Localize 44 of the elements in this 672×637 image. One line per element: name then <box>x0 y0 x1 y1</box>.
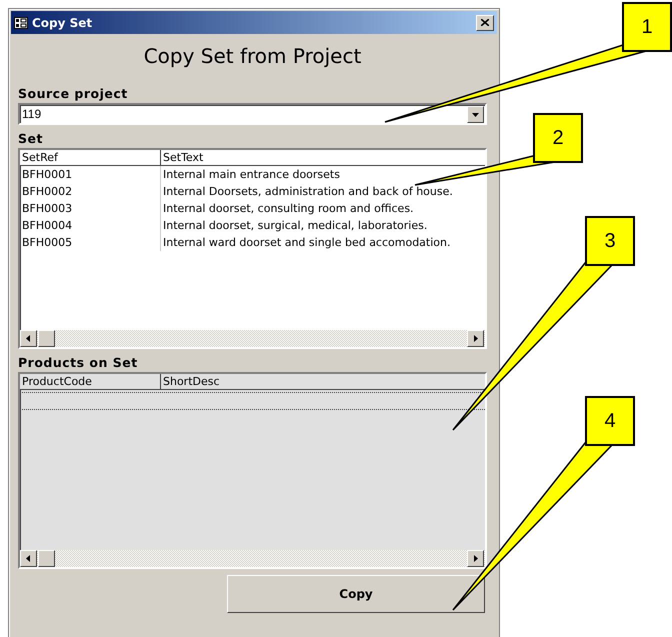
right-arrow-icon <box>472 555 479 562</box>
field-label: Products on Set <box>18 355 139 370</box>
list-box[interactable]: ProductCode ShortDesc <box>18 372 487 569</box>
scroll-left-button[interactable] <box>20 550 37 567</box>
right-arrow-icon <box>472 335 479 342</box>
column-header[interactable]: SetText <box>161 150 485 165</box>
horizontal-scrollbar[interactable] <box>20 550 485 567</box>
column-header[interactable]: ProductCode <box>20 374 161 389</box>
table-cell-text: Internal Doorsets, administration and back of house. <box>162 184 454 200</box>
field-label: Set <box>18 131 44 146</box>
list-box[interactable] <box>18 148 487 349</box>
table-cell-text: Internal main entrance doorsets <box>162 167 341 183</box>
form-icon <box>14 16 28 28</box>
source-project-combo[interactable]: 119 <box>18 103 487 125</box>
scroll-left-button[interactable] <box>20 330 37 347</box>
table-cell: BFH0003 <box>20 200 161 217</box>
column-header[interactable]: SetRef <box>20 150 161 165</box>
scroll-right-button[interactable] <box>467 330 484 347</box>
callout-number: 1 <box>622 2 672 52</box>
callout-number: 4 <box>585 396 635 446</box>
dropdown-button[interactable] <box>467 106 484 122</box>
table-cell-text: Internal doorset, surgical, medical, laboratories. <box>162 218 428 234</box>
callout-number: 2 <box>533 113 583 163</box>
left-arrow-icon <box>25 335 32 342</box>
close-button[interactable] <box>476 14 494 30</box>
scroll-thumb[interactable] <box>38 550 55 567</box>
form-heading: Copy Set from Project <box>142 44 362 68</box>
left-arrow-icon <box>25 555 32 562</box>
field-label: Source project <box>18 86 129 101</box>
table-cell: BFH0004 <box>20 217 161 234</box>
copy-button[interactable]: Copy <box>227 575 485 613</box>
table-cell: BFH0001 <box>20 166 161 183</box>
dropdown-arrow-icon <box>472 110 479 118</box>
close-icon <box>481 19 489 26</box>
table-cell-text: Internal ward doorset and single bed accomodation. <box>162 235 452 251</box>
table-cell-text: Internal doorset, consulting room and offices. <box>162 201 415 217</box>
table-cell: BFH0005 <box>20 234 161 251</box>
horizontal-scrollbar[interactable] <box>20 330 485 347</box>
scroll-thumb[interactable] <box>38 330 55 347</box>
table-cell: BFH0002 <box>20 183 161 200</box>
window-title: Copy Set <box>32 16 94 30</box>
callout-number: 3 <box>585 216 635 266</box>
scroll-right-button[interactable] <box>467 550 484 567</box>
column-header[interactable]: ShortDesc <box>161 374 485 389</box>
